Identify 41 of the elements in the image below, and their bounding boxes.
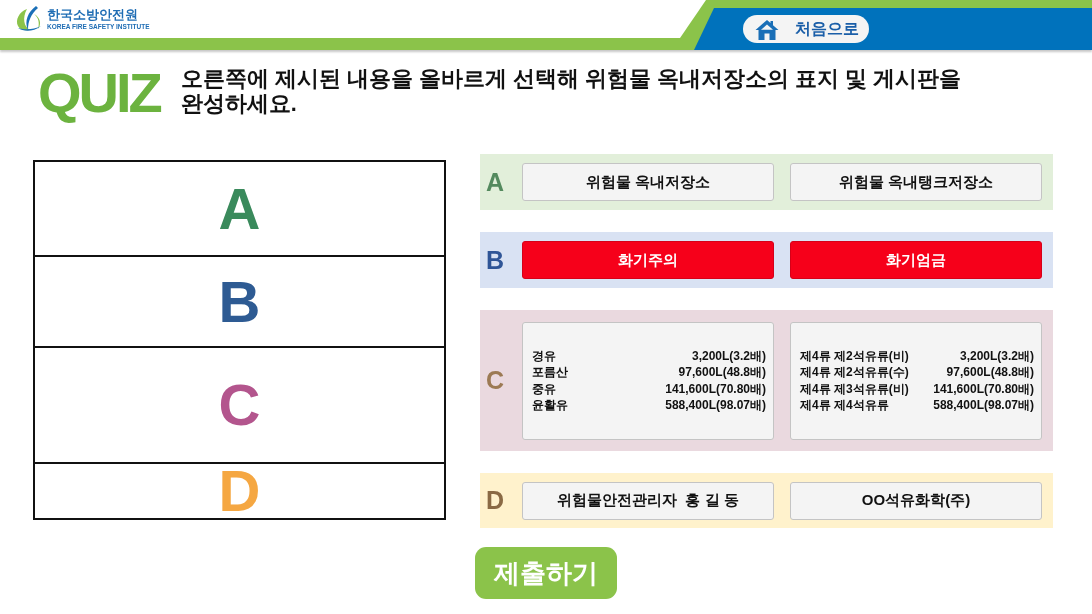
home-icon bbox=[755, 18, 779, 40]
substance-name: 중유 bbox=[532, 380, 556, 397]
quantity-text: 97,600L(48.8배) bbox=[946, 364, 1034, 381]
substance-name: 경유 bbox=[532, 347, 556, 364]
quantity-text: 141,600L(70.80배) bbox=[933, 380, 1034, 397]
sign-option-button[interactable]: 화기엄금 bbox=[790, 241, 1042, 279]
substance-name: 포름산 bbox=[532, 364, 568, 381]
option-card[interactable]: 제4류 제2석유류(비) 3,200L(3.2배) 제4류 제2석유류(수) 97,600L(48.8배) 제4류 제3석유류(비) 141,600L(70.80배) 제4류 제4석유류 588,400L(98.07배) bbox=[790, 321, 1042, 440]
logo-icon bbox=[15, 6, 43, 32]
option-button[interactable]: 위험물 옥내탱크저장소 bbox=[790, 163, 1042, 201]
home-button[interactable]: 처음으로 bbox=[743, 15, 869, 43]
substance-name: 제4류 제2석유류(수) bbox=[800, 364, 909, 381]
quantity-text: 588,400L(98.07배) bbox=[933, 397, 1034, 414]
option-button[interactable]: 위험물안전관리자 홍 길 동 bbox=[522, 481, 774, 520]
slot-letter: C bbox=[218, 380, 261, 430]
group-letter: D bbox=[485, 486, 506, 515]
quantity-text: 97,600L(48.8배) bbox=[678, 364, 766, 381]
slot-letter: B bbox=[218, 276, 261, 327]
option-card[interactable]: 경유 3,200L(3.2배) 포름산 97,600L(48.8배) 중유 141,600L(70.80배) 윤활유 588,400L(98.07배) bbox=[522, 321, 774, 440]
group-letter: B bbox=[485, 245, 506, 275]
substance-name: 윤활유 bbox=[532, 397, 568, 414]
group-letter: C bbox=[485, 366, 506, 395]
question-text: 오른쪽에 제시된 내용을 올바르게 선택해 위험물 옥내저장소의 표지 및 게시판을 완성하세요. bbox=[180, 67, 962, 117]
quantity-text: 3,200L(3.2배) bbox=[691, 347, 766, 364]
substance-name: 제4류 제4석유류 bbox=[800, 397, 889, 414]
slot-letter: A bbox=[218, 183, 261, 234]
answer-slot[interactable]: C bbox=[35, 348, 444, 464]
option-button[interactable]: OO석유화학(주) bbox=[790, 481, 1042, 520]
quantity-text: 3,200L(3.2배) bbox=[959, 347, 1034, 364]
sign-option-button[interactable]: 화기주의 bbox=[522, 241, 774, 279]
answer-slot[interactable]: B bbox=[35, 257, 444, 348]
substance-name: 제4류 제2석유류(비) bbox=[800, 347, 909, 364]
group-letter: A bbox=[485, 167, 506, 197]
slot-letter: D bbox=[218, 466, 261, 516]
option-button[interactable]: 위험물 옥내저장소 bbox=[522, 163, 774, 201]
quiz-title: QUIZ bbox=[38, 63, 160, 123]
quantity-text: 588,400L(98.07배) bbox=[665, 397, 766, 414]
answer-slot[interactable]: A bbox=[35, 162, 444, 257]
logo-text: 한국소방안전원 bbox=[47, 7, 139, 22]
quantity-text: 141,600L(70.80배) bbox=[665, 380, 766, 397]
substance-name: 제4류 제3석유류(비) bbox=[800, 380, 909, 397]
